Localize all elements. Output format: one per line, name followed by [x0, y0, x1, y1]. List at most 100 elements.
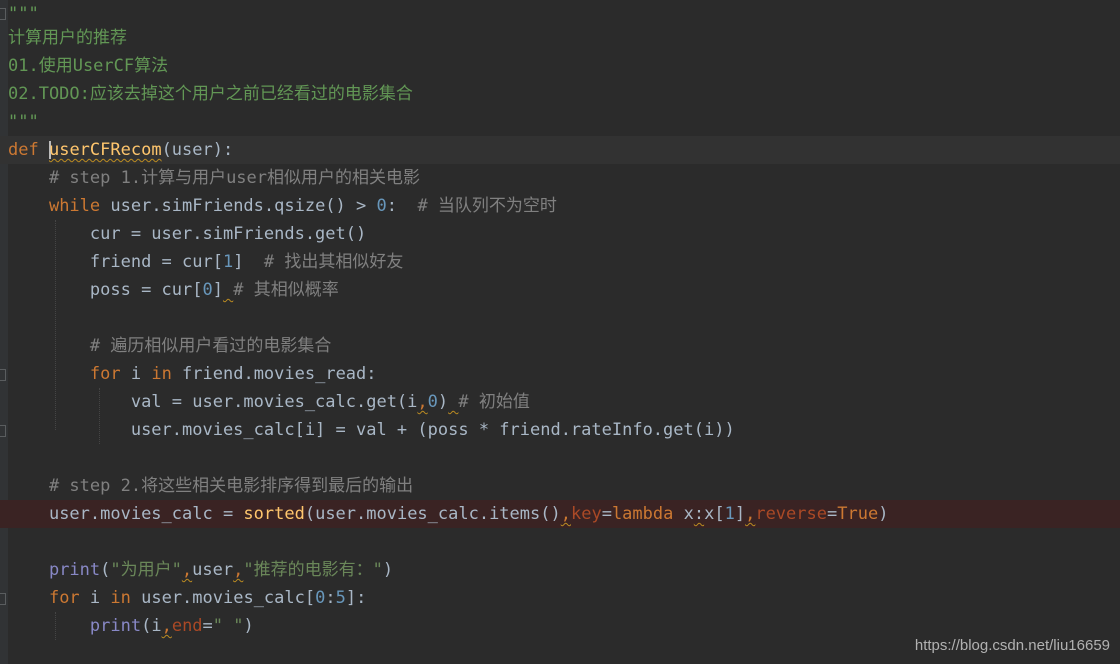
builtin-function: print [48, 560, 101, 580]
keyword: in [151, 364, 172, 384]
number: 0 [315, 588, 326, 608]
code-text: print(i,end=" ") [8, 612, 254, 640]
code-token: = [826, 504, 838, 524]
code-token: (user): [161, 140, 234, 160]
code-line[interactable]: cur = user.simFriends.get() [0, 220, 1120, 248]
function-name: userCFRecom [48, 140, 162, 160]
comma: , [181, 560, 193, 580]
code-token: cur = user.simFriends.get() [89, 224, 367, 244]
code-token: friend.movies_read: [171, 364, 377, 384]
keyword: in [110, 588, 131, 608]
code-token: ( [100, 560, 111, 580]
keyword-argument: reverse [755, 504, 827, 524]
code-text: for i in friend.movies_read: [8, 360, 377, 388]
code-token: val = user.movies_calc.get(i [130, 392, 418, 412]
code-text: while user.simFriends.qsize() > 0: # 当队列… [8, 192, 557, 220]
code-text: poss = cur[0] # 其相似概率 [8, 276, 339, 304]
number: 0 [376, 196, 387, 216]
keyword-argument: end [171, 616, 203, 636]
string: "为用户" [110, 560, 182, 580]
code-token: i [120, 364, 152, 384]
code-line[interactable]: 计算用户的推荐 [0, 24, 1120, 52]
code-text: # step 1.计算与用户user相似用户的相关电影 [8, 164, 420, 192]
code-text: def userCFRecom(user): [8, 136, 233, 164]
code-line[interactable]: print(i,end=" ") [0, 612, 1120, 640]
watermark-text: https://blog.csdn.net/liu16659 [914, 637, 1110, 654]
code-token: i [151, 616, 162, 636]
docstring: 01.使用UserCF算法 [8, 56, 169, 76]
code-line[interactable]: print("为用户",user,"推荐的电影有：") [0, 556, 1120, 584]
number: 0 [427, 392, 438, 412]
keyword: lambda [611, 504, 674, 524]
comma: , [417, 392, 428, 412]
code-text: cur = user.simFriends.get() [8, 220, 366, 248]
code-token: : [386, 196, 418, 216]
code-text: user.movies_calc = sorted(user.movies_ca… [8, 500, 888, 528]
code-line[interactable]: for i in friend.movies_read: [0, 360, 1120, 388]
number: 0 [202, 280, 213, 300]
number: 1 [724, 504, 735, 524]
code-line[interactable]: val = user.movies_calc.get(i,0) # 初始值 [0, 388, 1120, 416]
code-token: ( [141, 616, 152, 636]
keyword: for [89, 364, 121, 384]
code-line[interactable]: 02.TODO:应该去掉这个用户之前已经看过的电影集合 [0, 80, 1120, 108]
keyword: while [48, 196, 101, 216]
comma: , [745, 504, 756, 524]
code-text: # 遍历相似用户看过的电影集合 [8, 332, 331, 360]
code-token: ) [437, 392, 449, 412]
comment: # 当队列不为空时 [417, 196, 557, 216]
comment: # step 1.计算与用户user相似用户的相关电影 [48, 168, 421, 188]
comma: , [560, 504, 571, 524]
code-token: user.movies_calc[i] = val + (poss * frie… [130, 420, 735, 440]
keyword: def [8, 140, 39, 160]
comma: , [161, 616, 172, 636]
docstring: 02.TODO:应该去掉这个用户之前已经看过的电影集合 [8, 84, 413, 104]
code-line[interactable]: # step 2.将这些相关电影排序得到最后的输出 [0, 472, 1120, 500]
code-token: user [192, 560, 234, 580]
code-token: = [601, 504, 612, 524]
comma: , [233, 560, 244, 580]
comment: # 其相似概率 [233, 280, 339, 300]
code-line-highlighted[interactable]: user.movies_calc = sorted(user.movies_ca… [0, 500, 1120, 528]
code-token: ]: [345, 588, 367, 608]
code-line[interactable]: user.movies_calc[i] = val + (poss * frie… [0, 416, 1120, 444]
number: 1 [222, 252, 234, 272]
code-token: : [693, 504, 705, 524]
comment: # 初始值 [458, 392, 530, 412]
code-token: ] [734, 504, 746, 524]
code-text: # step 2.将这些相关电影排序得到最后的输出 [8, 472, 413, 500]
builtin-function: print [89, 616, 142, 636]
code-text: print("为用户",user,"推荐的电影有：") [8, 556, 393, 584]
keyword: for [48, 588, 80, 608]
number: 5 [335, 588, 346, 608]
comment: # 找出其相似好友 [263, 252, 404, 272]
string: "推荐的电影有：" [243, 560, 383, 580]
code-line[interactable]: """ [0, 108, 1120, 136]
code-text: for i in user.movies_calc[0:5]: [8, 584, 366, 612]
code-token: : [325, 588, 336, 608]
code-token: ) [878, 504, 889, 524]
string: " " [212, 616, 244, 636]
code-line[interactable]: poss = cur[0] # 其相似概率 [0, 276, 1120, 304]
keyword-argument: key [570, 504, 602, 524]
code-line-current[interactable]: def userCFRecom(user): [0, 136, 1120, 164]
code-token: ) [382, 560, 394, 580]
comment: # 遍历相似用户看过的电影集合 [89, 336, 332, 356]
code-line[interactable]: while user.simFriends.qsize() > 0: # 当队列… [0, 192, 1120, 220]
code-line[interactable]: 01.使用UserCF算法 [0, 52, 1120, 80]
comment: # step 2.将这些相关电影排序得到最后的输出 [48, 476, 414, 496]
code-token: user.movies_calc[ [130, 588, 316, 608]
code-token: poss = cur[ [89, 280, 203, 300]
code-line[interactable]: friend = cur[1] # 找出其相似好友 [0, 248, 1120, 276]
code-token: ] [212, 280, 223, 300]
code-text: val = user.movies_calc.get(i,0) # 初始值 [8, 388, 530, 416]
code-line[interactable]: # 遍历相似用户看过的电影集合 [0, 332, 1120, 360]
code-token: x [673, 504, 694, 524]
code-token: i [79, 588, 111, 608]
code-line[interactable]: # step 1.计算与用户user相似用户的相关电影 [0, 164, 1120, 192]
code-line[interactable]: for i in user.movies_calc[0:5]: [0, 584, 1120, 612]
code-editor[interactable]: """ 计算用户的推荐 01.使用UserCF算法 02.TODO:应该去掉这个… [0, 0, 1120, 664]
code-token: = [202, 616, 213, 636]
